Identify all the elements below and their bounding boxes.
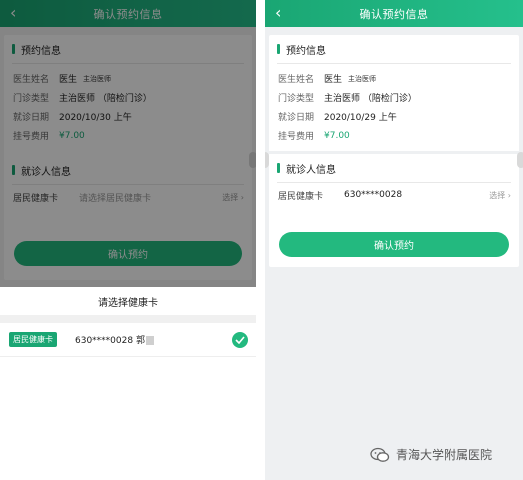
chevron-left-icon[interactable]: ‹	[275, 4, 281, 22]
date-value: 2020/10/29 上午	[324, 113, 397, 123]
page-title: 确认预约信息	[359, 7, 429, 21]
clinic-row: 门诊类型 主治医师 （陪检门诊）	[269, 88, 519, 107]
wechat-icon	[370, 447, 390, 462]
confirm-button[interactable]: 确认预约	[279, 232, 509, 257]
section-appointment-title: 预约信息	[286, 45, 326, 57]
side-handle	[265, 152, 269, 168]
section-patient-title: 就诊人信息	[286, 164, 336, 176]
header-bar: ‹ 确认预约信息	[265, 0, 523, 27]
right-screen: ‹ 确认预约信息 预约信息 医生姓名 医生 主治医师 门诊类型 主治医师 （陪检…	[265, 0, 523, 480]
checkmark-icon	[232, 331, 248, 348]
card-number-text: 630****0028 郭	[75, 336, 145, 346]
card-type-badge: 居民健康卡	[9, 332, 57, 347]
sheet-title: 请选择健康卡	[98, 297, 158, 309]
sheet-gap	[0, 315, 256, 323]
appointment-card: 预约信息 医生姓名 医生 主治医师 门诊类型 主治医师 （陪检门诊） 就诊日期 …	[269, 35, 519, 267]
health-card-select[interactable]: 居民健康卡 630****0028 选择 ›	[269, 183, 519, 207]
clinic-label: 门诊类型	[278, 94, 315, 104]
health-card-value: 630****0028	[344, 190, 403, 200]
section-marker	[277, 163, 280, 173]
left-screen: ‹ 确认预约信息 预约信息 医生姓名 医生 主治医师 门诊类型 主治医师 （陪检…	[0, 0, 256, 480]
doctor-title: 主治医师	[348, 74, 377, 83]
date-label: 就诊日期	[278, 113, 315, 123]
modal-overlay[interactable]	[0, 0, 256, 287]
section-appointment: 预约信息	[269, 35, 519, 63]
fee-value: ¥7.00	[324, 130, 350, 141]
health-card-sheet: 请选择健康卡 居民健康卡 630****0028 郭	[0, 287, 256, 480]
select-link[interactable]: 选择 ›	[489, 190, 511, 201]
fee-row: 挂号费用 ¥7.00	[269, 126, 519, 145]
select-label: 选择	[489, 190, 506, 200]
doctor-name: 医生	[324, 75, 343, 85]
clinic-value: 主治医师 （陪检门诊）	[324, 94, 417, 104]
fee-label: 挂号费用	[278, 132, 315, 142]
side-handle	[517, 152, 523, 168]
section-patient: 就诊人信息	[269, 154, 519, 182]
watermark: 青海大学附属医院	[370, 446, 492, 463]
blurred-name	[145, 336, 154, 345]
health-card-label: 居民健康卡	[278, 191, 324, 202]
date-row: 就诊日期 2020/10/29 上午	[269, 107, 519, 126]
chevron-right-icon: ›	[507, 190, 511, 200]
content-area: 预约信息 医生姓名 医生 主治医师 门诊类型 主治医师 （陪检门诊） 就诊日期 …	[265, 27, 523, 480]
doctor-row: 医生姓名 医生 主治医师	[269, 69, 519, 88]
watermark-text: 青海大学附属医院	[396, 448, 493, 462]
doctor-label: 医生姓名	[278, 75, 315, 85]
section-marker	[277, 44, 280, 54]
health-card-option[interactable]: 居民健康卡 630****0028 郭	[0, 323, 256, 357]
card-number: 630****0028 郭	[75, 333, 232, 346]
